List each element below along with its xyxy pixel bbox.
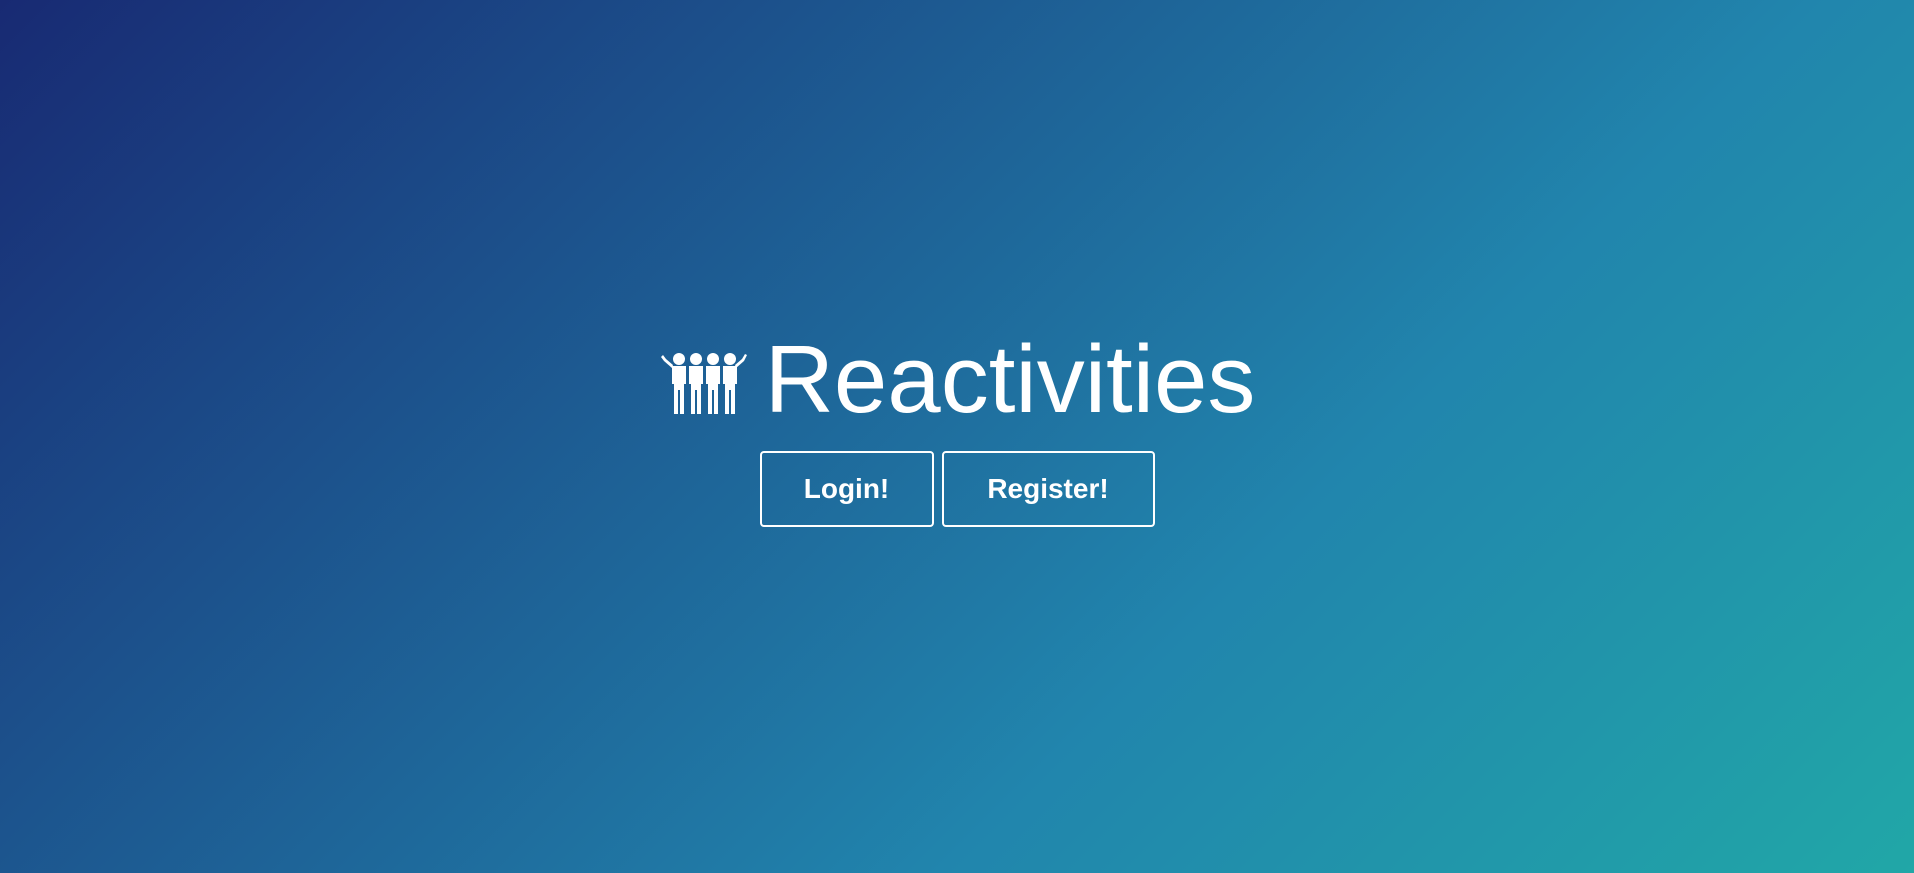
group-people-icon [660,353,747,414]
app-title: Reactivities [764,326,1256,433]
brand-heading: Reactivities [659,325,1256,435]
login-button[interactable]: Login! [759,451,934,527]
register-button[interactable]: Register! [941,451,1155,527]
hero-container: Reactivities Login! Register! [0,325,1914,527]
auth-actions: Login! Register! [759,451,1155,527]
masthead: Reactivities Login! Register! [0,0,1914,873]
